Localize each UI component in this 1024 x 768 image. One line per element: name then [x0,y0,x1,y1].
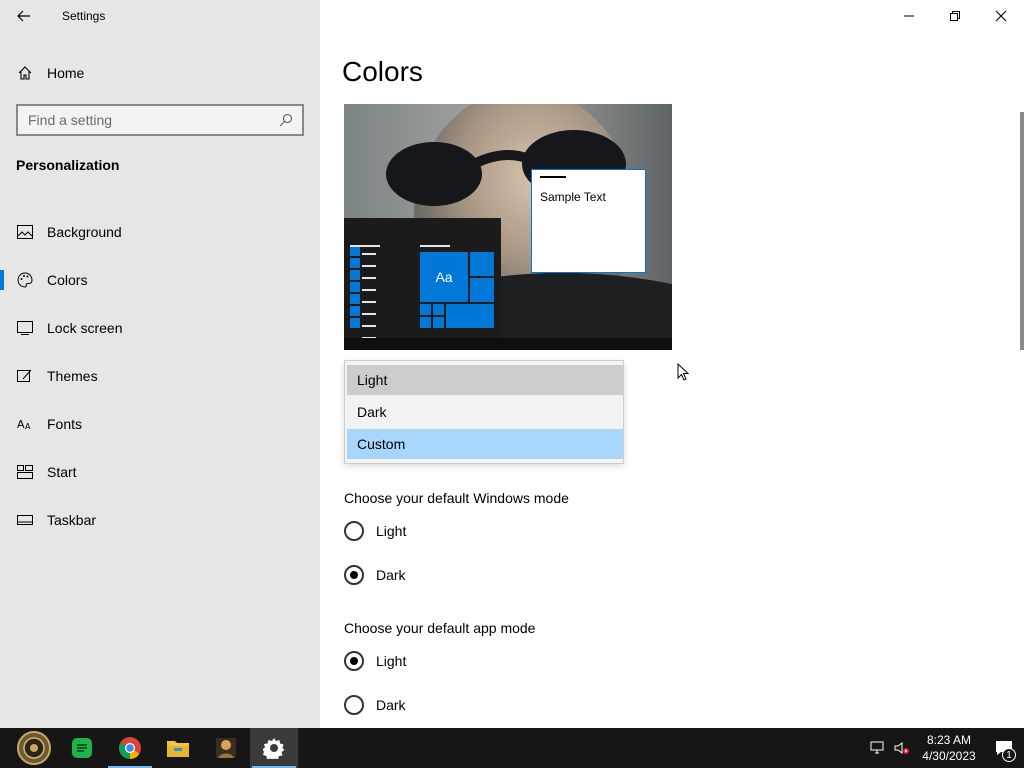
section-heading: Personalization [16,157,120,173]
color-preview: Aa Sample Text [344,104,672,350]
sidebar-item-label: Background [47,224,122,240]
window-title: Settings [62,9,106,23]
sidebar-item-colors[interactable]: Colors [0,256,320,304]
sidebar-item-label: Themes [47,368,98,384]
sidebar-item-label: Fonts [47,416,83,432]
lock-screen-icon [17,320,33,336]
spreadsheet-app-icon[interactable] [58,728,106,768]
preview-taskbar [344,338,672,350]
close-icon [995,10,1007,22]
clock-date: 4/30/2023 [922,749,976,763]
main-content: Colors Aa Sample Text Light Dark Custom … [320,0,1024,728]
sidebar-item-background[interactable]: Background [0,208,320,256]
restore-icon [950,11,960,21]
start-app-icon[interactable] [10,728,58,768]
radio-dot [350,571,358,579]
system-tray: 8:23 AM 4/30/2023 1 [866,728,1024,768]
sidebar-item-lock-screen[interactable]: Lock screen [0,304,320,352]
radio-label: Light [376,653,407,669]
radio-label: Dark [376,697,406,713]
clock-time: 8:23 AM [926,733,972,747]
chrome-icon[interactable] [106,728,154,768]
sample-text: Sample Text [540,190,606,204]
back-arrow-icon [17,10,30,22]
notification-count: 1 [1002,748,1016,762]
settings-gear-icon[interactable] [250,728,298,768]
title-bar: Settings [0,0,320,32]
sidebar-item-start[interactable]: Start [0,448,320,496]
volume-muted-icon[interactable] [890,728,914,768]
themes-icon [17,368,33,384]
back-button[interactable] [0,0,48,32]
radio-button[interactable] [344,521,364,541]
mouse-cursor [677,363,689,381]
sidebar-item-label: Home [47,65,85,81]
app-mode-dark-radio[interactable]: Dark [344,693,406,717]
home-icon [17,65,33,81]
sidebar-item-label: Start [47,464,77,480]
page-title: Colors [342,56,423,87]
sidebar-item-fonts[interactable]: AA Fonts [0,400,320,448]
radio-button[interactable] [344,695,364,715]
start-menu-preview: Aa [344,218,501,350]
radio-dot [350,657,358,665]
settings-sidebar: Settings Home Find a setting Personaliza… [0,0,320,728]
search-input[interactable]: Find a setting [16,104,304,136]
sidebar-item-label: Lock screen [47,320,123,336]
radio-label: Dark [376,567,406,583]
dropdown-option-light[interactable]: Light [347,365,623,395]
image-app-icon[interactable] [202,728,250,768]
sidebar-nav-list: Background Colors Lock screen Themes AA … [0,208,320,544]
radio-button[interactable] [344,565,364,585]
clock[interactable]: 8:23 AM 4/30/2023 [914,732,984,764]
dropdown-option-custom[interactable]: Custom [347,429,623,459]
fonts-icon: AA [17,416,33,432]
notification-center-button[interactable]: 1 [984,728,1024,768]
start-icon [17,464,33,480]
taskbar-icon [17,512,33,528]
svg-text:A: A [17,418,25,431]
color-mode-dropdown[interactable]: Light Dark Custom [344,360,624,464]
network-icon[interactable] [866,728,890,768]
sidebar-item-themes[interactable]: Themes [0,352,320,400]
windows-mode-heading: Choose your default Windows mode [344,490,569,506]
close-button[interactable] [978,0,1024,32]
scrollbar[interactable] [1020,112,1024,350]
app-mode-heading: Choose your default app mode [344,620,536,636]
restore-button[interactable] [932,0,978,32]
app-mode-light-radio[interactable]: Light [344,649,406,673]
radio-button[interactable] [344,651,364,671]
dropdown-option-dark[interactable]: Dark [347,397,623,427]
minimize-button[interactable] [886,0,932,32]
search-placeholder: Find a setting [28,112,113,128]
sidebar-item-label: Taskbar [47,512,97,528]
minimize-icon [904,15,914,17]
sidebar-item-taskbar[interactable]: Taskbar [0,496,320,544]
window-controls [886,0,1024,32]
file-explorer-icon[interactable] [154,728,202,768]
radio-label: Light [376,523,407,539]
sidebar-item-home[interactable]: Home [0,56,320,90]
picture-icon [17,224,33,240]
palette-icon [17,272,33,288]
taskbar: 8:23 AM 4/30/2023 1 [0,728,1024,768]
windows-mode-light-radio[interactable]: Light [344,519,406,543]
windows-mode-dark-radio[interactable]: Dark [344,563,406,587]
search-icon[interactable] [270,106,302,134]
tile-aa: Aa [420,252,468,302]
sample-window: Sample Text [531,169,646,273]
sidebar-item-label: Colors [47,272,88,288]
svg-text:A: A [25,422,31,431]
